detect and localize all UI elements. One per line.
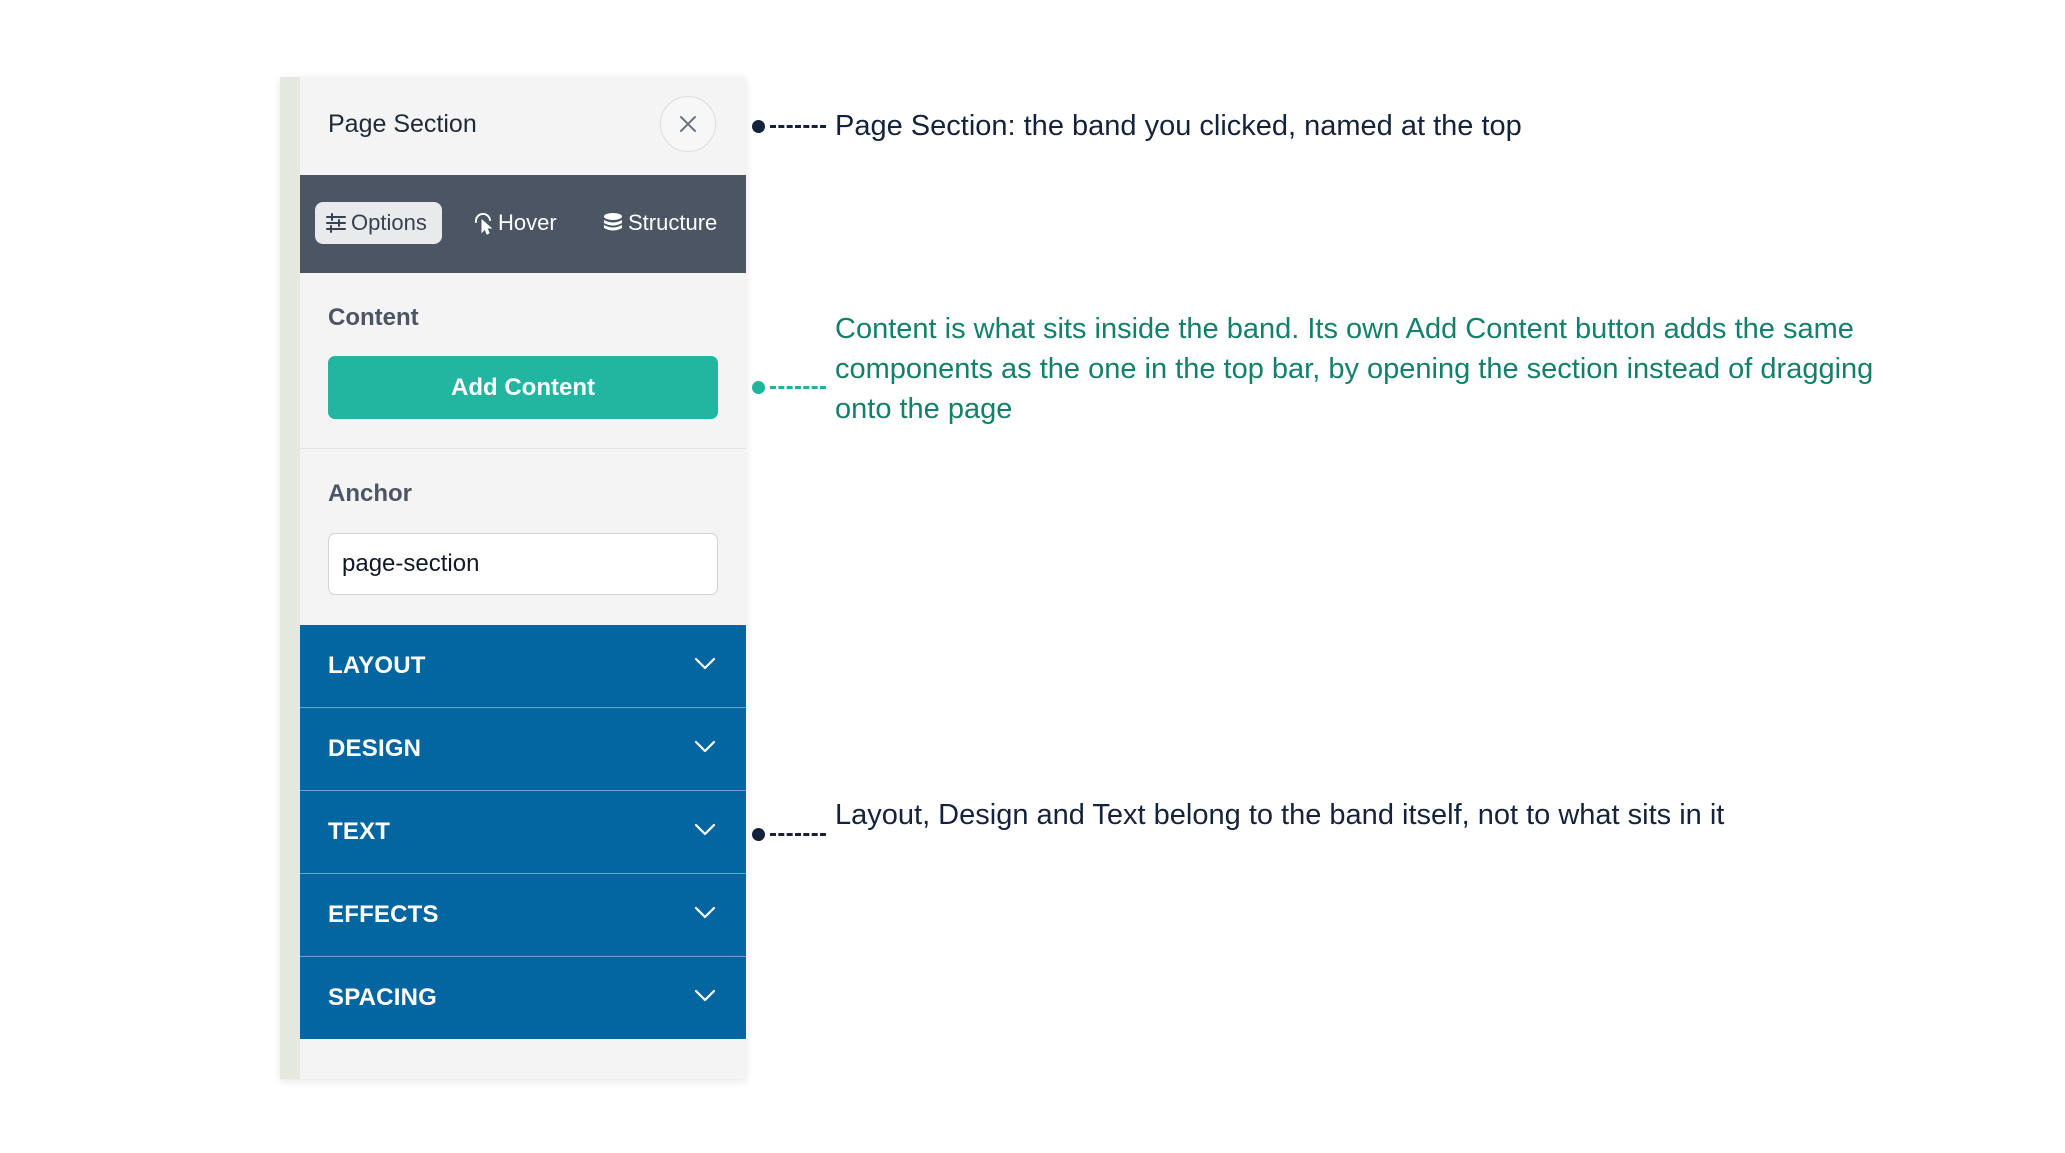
accordion-design[interactable]: DESIGN — [300, 708, 746, 791]
tab-structure[interactable]: Structure — [602, 202, 717, 244]
accordion-label: LAYOUT — [328, 652, 426, 679]
accordion: LAYOUT DESIGN TEXT EFFECTS SPACING — [300, 625, 746, 1039]
chevron-down-icon — [694, 657, 716, 670]
callout-dot — [752, 381, 765, 394]
close-icon — [680, 116, 696, 132]
chevron-down-icon — [694, 823, 716, 836]
callout-line — [770, 125, 826, 128]
accordion-label: TEXT — [328, 818, 391, 845]
panel-title: Page Section — [328, 110, 477, 138]
callout-text: Page Section: the band you clicked, name… — [835, 110, 1522, 142]
accordion-effects[interactable]: EFFECTS — [300, 874, 746, 957]
accordion-spacing[interactable]: SPACING — [300, 957, 746, 1039]
chevron-down-icon — [694, 989, 716, 1002]
tab-options-label: Options — [351, 210, 427, 235]
callout-text: Layout, Design and Text belong to the ba… — [835, 799, 1725, 831]
add-content-button[interactable]: Add Content — [328, 356, 718, 419]
tab-structure-label: Structure — [628, 210, 718, 235]
settings-panel: Page Section Options Hover Structure Con… — [280, 77, 746, 1079]
close-button[interactable] — [660, 96, 716, 152]
sliders-icon — [326, 213, 346, 233]
panel-body: Page Section Options Hover Structure Con… — [300, 77, 746, 1079]
chevron-down-icon — [694, 906, 716, 919]
accordion-text[interactable]: TEXT — [300, 791, 746, 874]
layers-icon — [604, 213, 622, 231]
callout-dot — [752, 828, 765, 841]
accordion-label: DESIGN — [328, 735, 422, 762]
accordion-label: SPACING — [328, 984, 437, 1011]
tab-hover[interactable]: Hover — [472, 202, 557, 244]
callout-text: Content is what sits inside the band. It… — [835, 313, 1874, 425]
callout-line — [770, 386, 826, 389]
panel-header: Page Section — [300, 77, 746, 175]
callout-dot — [752, 120, 765, 133]
callout-line — [770, 833, 826, 836]
panel-edge — [280, 77, 300, 1079]
tab-bar: Options Hover Structure — [300, 175, 746, 273]
content-label: Content — [328, 304, 419, 331]
tab-hover-label: Hover — [498, 210, 557, 235]
content-section: Content Add Content — [300, 273, 746, 449]
anchor-section: Anchor page-section — [300, 449, 746, 625]
chevron-down-icon — [694, 740, 716, 753]
pointer-icon — [474, 212, 493, 235]
accordion-label: EFFECTS — [328, 901, 439, 928]
accordion-layout[interactable]: LAYOUT — [300, 625, 746, 708]
tab-options[interactable]: Options — [315, 202, 442, 244]
anchor-input[interactable]: page-section — [328, 533, 718, 595]
anchor-label: Anchor — [328, 480, 412, 507]
